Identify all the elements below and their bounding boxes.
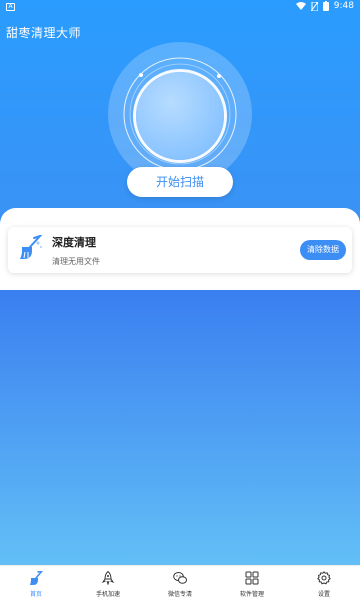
start-scan-button[interactable]: 开始扫描 [127, 167, 233, 197]
bottom-nav: 首页 手机加速 微信专清 软件管理 设置 [0, 565, 360, 600]
nav-label: 设置 [317, 591, 330, 598]
card-subtitle: 清理无用文件 [52, 257, 100, 266]
status-time: 9:48 [333, 1, 354, 11]
nav-item-settings[interactable]: 设置 [288, 566, 360, 600]
clear-data-button[interactable]: 清除数据 [300, 240, 346, 260]
battery-icon [322, 1, 329, 11]
nav-label: 微信专清 [167, 591, 192, 598]
deep-clean-card: 深度清理 清理无用文件 清除数据 [8, 227, 352, 273]
broom-icon [20, 235, 43, 259]
nav-item-home[interactable]: 首页 [0, 566, 72, 600]
broom-icon [30, 571, 43, 585]
nav-label: 软件管理 [239, 591, 264, 598]
app-title: 甜枣清理大师 [6, 26, 82, 40]
notification-icon: A [6, 3, 15, 11]
apps-grid-icon [245, 571, 259, 585]
nav-item-wechat-clean[interactable]: 微信专清 [144, 566, 216, 600]
nav-label: 手机加速 [95, 591, 120, 598]
lower-background [0, 290, 360, 565]
wechat-icon [173, 572, 187, 584]
nav-label: 首页 [29, 591, 42, 598]
rocket-icon [101, 571, 115, 585]
no-sim-icon [310, 1, 318, 11]
scan-circle[interactable] [136, 72, 224, 160]
status-bar: A 9:48 [0, 0, 360, 14]
card-title: 深度清理 [52, 236, 96, 249]
nav-item-phone-boost[interactable]: 手机加速 [72, 566, 144, 600]
nav-item-app-manager[interactable]: 软件管理 [216, 566, 288, 600]
wifi-icon [295, 2, 306, 10]
gear-icon [317, 571, 331, 585]
